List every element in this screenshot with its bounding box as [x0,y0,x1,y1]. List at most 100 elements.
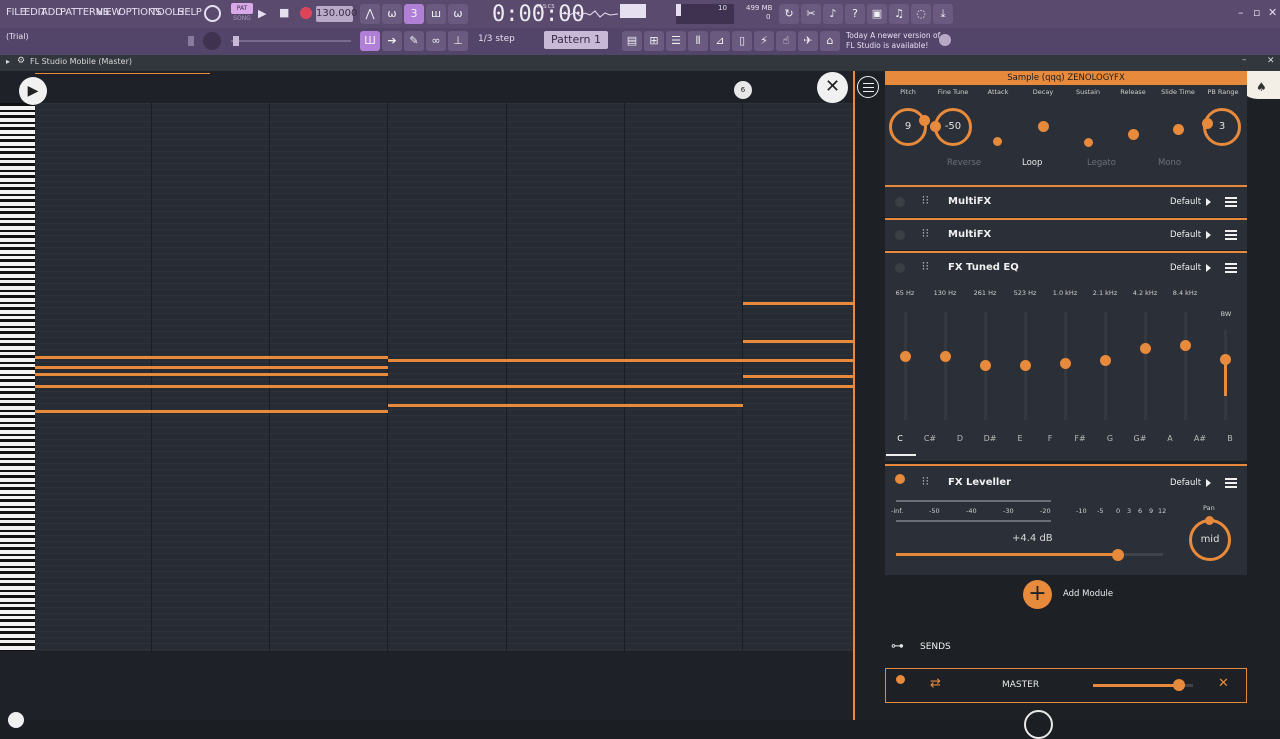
eq-note-key[interactable]: D [950,434,970,443]
attack-slider[interactable] [993,137,1002,146]
arrow-right-icon[interactable]: ➔ [382,31,402,51]
note[interactable] [743,302,853,305]
eq-bw-handle[interactable] [1220,354,1231,365]
module-menu-icon[interactable] [1225,263,1237,273]
pitch-knob[interactable]: 9 [889,108,927,146]
note[interactable] [35,410,388,413]
eq-note-key[interactable]: A# [1190,434,1210,443]
note[interactable] [388,404,743,407]
legato-toggle[interactable]: Legato [1087,158,1116,168]
position-slider[interactable] [231,40,351,42]
decay-slider[interactable] [1038,121,1049,132]
eq-band-1-handle[interactable] [900,351,911,362]
maximize-icon[interactable]: ▫ [1253,6,1260,19]
eq-band-7-handle[interactable] [1140,343,1151,354]
online-status-icon[interactable] [939,34,951,46]
help-icon[interactable]: ? [845,4,865,24]
record-icon[interactable] [300,7,312,19]
piano-roll-icon[interactable]: Ш [360,31,380,51]
download-icon[interactable]: ⤓ [933,4,953,24]
eq-band-5-handle[interactable] [1060,358,1071,369]
touch-icon[interactable]: ☝ [776,31,796,51]
module-menu-icon[interactable] [1225,230,1237,240]
plugin-icon[interactable]: ⚡ [754,31,774,51]
eq-band-2-handle[interactable] [940,351,951,362]
countdown-icon[interactable]: 3 [404,4,424,24]
timeline-ruler[interactable] [35,74,853,103]
note[interactable] [743,359,853,362]
add-send-button[interactable] [1024,710,1053,739]
tools-icon[interactable]: ✈ [798,31,818,51]
remove-send-icon[interactable]: ✕ [1218,676,1229,691]
piano-roll-area[interactable] [0,71,853,720]
metronome-icon[interactable]: ⋀ [360,4,380,24]
pattern-selector[interactable]: Pattern 1 [544,31,608,49]
piano-keyboard[interactable] [0,103,35,651]
close-window-icon[interactable]: ✕ [1268,6,1277,19]
note[interactable] [388,359,743,362]
microphone-icon[interactable]: ♪ [823,4,843,24]
master-volume-knob[interactable] [204,5,221,22]
snap-selector[interactable]: 1/3 step [478,34,515,44]
eq-note-key[interactable]: E [1010,434,1030,443]
eq-note-key[interactable]: G# [1130,434,1150,443]
menu-file[interactable]: FILE [6,7,26,18]
module-power-toggle[interactable] [895,474,905,484]
eq-note-key[interactable]: A [1160,434,1180,443]
eq-band-6-handle[interactable] [1100,355,1111,366]
preset-selector[interactable]: Default [1170,230,1201,240]
eq-band-3-handle[interactable] [980,360,991,371]
eq-note-key[interactable]: F# [1070,434,1090,443]
stop-icon[interactable]: ■ [279,6,289,19]
bottom-control-button[interactable] [8,712,24,728]
loop-recording-icon[interactable]: ω [448,4,468,24]
module-power-toggle[interactable] [895,230,905,240]
note-grid[interactable] [35,103,853,651]
send-level-thumb[interactable] [1173,679,1185,691]
stamp-icon[interactable]: ⊥ [448,31,468,51]
cut-icon[interactable]: ✂ [801,4,821,24]
note[interactable] [388,385,743,388]
fine-tune-knob-handle[interactable] [930,121,941,132]
eq-note-key[interactable]: C [890,434,910,443]
blend-recording-icon[interactable]: ш [426,4,446,24]
link-icon[interactable]: ∞ [426,31,446,51]
tempo-display[interactable]: 130.000 [316,6,357,22]
mono-toggle[interactable]: Mono [1158,158,1181,168]
loop-marker[interactable]: 6 [734,81,752,99]
reverse-toggle[interactable]: Reverse [947,158,981,168]
preset-arrow-icon[interactable] [1206,198,1211,206]
preset-selector[interactable]: Default [1170,478,1201,488]
undo-icon[interactable]: ↻ [779,4,799,24]
send-power-toggle[interactable] [896,675,905,684]
eq-note-key[interactable]: D# [980,434,1000,443]
module-menu-icon[interactable] [1225,197,1237,207]
add-module-button[interactable]: + [1023,580,1052,609]
song-mode-button[interactable]: SONG [231,15,253,24]
module-menu-icon[interactable] [1225,478,1237,488]
channel-rack-icon[interactable]: ⊞ [644,31,664,51]
minimize-icon[interactable]: – [1238,6,1244,19]
plugin-close-icon[interactable]: ✕ [1267,56,1275,66]
pan-knob-handle[interactable] [1205,516,1214,525]
pitch-knob-handle[interactable] [919,115,930,126]
pat-mode-button[interactable]: PAT [231,3,253,14]
close-roll-button[interactable]: ✕ [817,72,848,103]
slide-time-slider[interactable] [1173,124,1184,135]
loop-toggle[interactable]: Loop [1022,158,1042,168]
play-button[interactable]: ▶ [19,77,47,105]
note[interactable] [743,340,853,343]
preset-arrow-icon[interactable] [1206,264,1211,272]
preset-selector[interactable]: Default [1170,197,1201,207]
release-slider[interactable] [1128,129,1139,140]
eq-band-4-handle[interactable] [1020,360,1031,371]
chat-icon[interactable]: ◌ [911,4,931,24]
playlist-icon[interactable]: ▤ [622,31,642,51]
pan-knob[interactable]: mid [1189,519,1231,561]
swap-icon[interactable]: ⇄ [930,676,941,691]
module-power-toggle[interactable] [895,263,905,273]
note[interactable] [35,385,388,388]
gear-icon[interactable]: ⚙ [17,56,25,66]
mixer-icon[interactable]: ☰ [666,31,686,51]
eq-note-key[interactable]: B [1220,434,1240,443]
